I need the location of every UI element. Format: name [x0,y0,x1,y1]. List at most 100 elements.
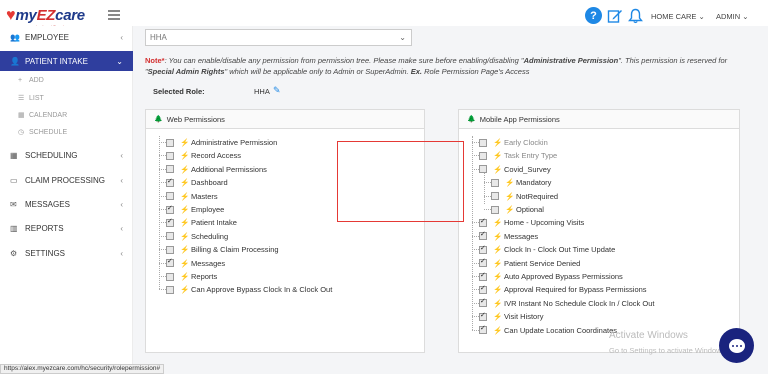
permission-checkbox[interactable] [479,311,487,321]
permission-checkbox[interactable] [166,165,174,174]
permission-row-billing-claim-processing[interactable]: ⚡ Billing & Claim Processing [166,243,279,256]
permission-checkbox[interactable] [166,257,174,268]
lightning-icon: ⚡ [505,178,515,188]
permission-checkbox[interactable] [479,244,487,254]
permission-row-clock-in-clock-out-time-update[interactable]: ⚡Clock In - Clock Out Time Update [479,243,615,256]
permission-label: Messages [191,258,226,268]
tree-branch-line [472,289,479,291]
sidebar-item-messages[interactable]: ✉ MESSAGES ‹ [0,194,133,214]
sidebar-item-employee[interactable]: 👥 EMPLOYEE ‹ [0,27,133,47]
menu-toggle-icon[interactable] [108,10,120,20]
pencil-square-icon[interactable] [606,7,623,24]
permission-checkbox[interactable] [166,232,174,241]
sidebar-subitem-calendar[interactable]: ▦ CALENDAR [18,111,67,120]
sidebar-subitem-list[interactable]: ☰ LIST [18,94,44,103]
permission-checkbox[interactable] [479,284,487,294]
permission-row-optional[interactable]: ⚡ Optional [491,203,544,216]
lightning-icon: ⚡ [180,191,190,201]
permission-checkbox[interactable] [491,178,499,187]
permission-row-can-approve-bypass-clock-in-clock-out[interactable]: ⚡ Can Approve Bypass Clock In & Clock Out [166,283,332,296]
permission-row-patient-intake[interactable]: ⚡Patient Intake [166,216,237,229]
tree-branch-line [159,262,166,264]
permission-checkbox[interactable] [479,138,487,147]
permission-checkbox[interactable] [166,151,174,160]
permission-checkbox[interactable] [491,192,499,201]
permission-label: Employee [191,205,225,214]
sidebar-item-reports[interactable]: ▥ REPORTS ‹ [0,218,133,238]
permission-row-ivr-instant-no-schedule-clock-in-clock-out[interactable]: ⚡IVR Instant No Schedule Clock In / Cloc… [479,297,654,310]
tree-branch-line [472,302,479,304]
tree-branch-line [159,209,166,210]
credit-card-icon: ▭ [10,175,18,185]
permission-row-mandatory[interactable]: ⚡ Mandatory [491,176,551,189]
permission-checkbox[interactable] [166,138,174,147]
permission-row-early-clockin[interactable]: ⚡ Early Clockin [479,136,548,149]
permission-row-additional-permissions[interactable]: ⚡ Additional Permissions [166,163,267,176]
permission-row-masters[interactable]: ⚡ Masters [166,190,218,203]
sidebar-item-patient-intake[interactable]: 👤 PATIENT INTAKE ⌄ [0,51,133,71]
permission-checkbox[interactable] [166,204,174,214]
pencil-icon[interactable]: ✎ [273,85,281,96]
permission-row-record-access[interactable]: ⚡ Record Access [166,149,241,162]
permission-checkbox[interactable] [479,217,487,227]
permission-checkbox[interactable] [479,324,487,335]
permission-checkbox[interactable] [166,177,174,187]
lightning-icon: ⚡ [505,191,515,201]
permission-checkbox[interactable] [166,192,174,201]
permission-row-administrative-permission[interactable]: ⚡ Administrative Permission [166,136,277,149]
tree-branch-line [159,168,166,170]
permission-row-covid-survey[interactable]: ⚡ Covid_Survey [479,163,551,176]
permission-row-auto-approved-bypass-permissions[interactable]: ⚡Auto Approved Bypass Permissions [479,270,623,283]
permission-checkbox[interactable] [479,165,487,174]
question-circle-icon[interactable]: ? [585,7,602,24]
permission-checkbox[interactable] [479,271,487,281]
bell-icon[interactable] [627,7,644,24]
permission-label: Billing & Claim Processing [191,245,279,255]
chevron-left-icon: ‹ [120,223,123,233]
permission-row-patient-service-denied[interactable]: ⚡Patient Service Denied [479,257,580,270]
chat-button[interactable] [719,328,754,363]
permission-row-dashboard[interactable]: ⚡Dashboard [166,176,228,189]
tree-branch-line [159,155,166,157]
permission-checkbox[interactable] [166,272,174,281]
lightning-icon: ⚡ [180,218,190,228]
permission-row-reports[interactable]: ⚡ Reports [166,270,217,283]
sidebar-item-settings[interactable]: ⚙ SETTINGS ‹ [0,243,133,263]
admin-dropdown[interactable]: ADMIN ⌄ [716,12,749,21]
permission-checkbox[interactable] [479,297,487,308]
permission-row-employee[interactable]: ⚡Employee [166,203,224,216]
permission-checkbox[interactable] [491,205,499,214]
permission-row-task-entry-type[interactable]: ⚡ Task Entry Type [479,149,557,162]
lightning-icon: ⚡ [493,272,503,281]
role-select[interactable]: HHA ⌄ [145,29,412,46]
permission-row-scheduling[interactable]: ⚡ Scheduling [166,230,228,243]
permission-checkbox[interactable] [479,257,487,268]
calendar-icon: ▦ [10,150,18,160]
sidebar-item-scheduling[interactable]: ▦ SCHEDULING ‹ [0,145,133,165]
permission-row-home-upcoming-visits[interactable]: ⚡Home - Upcoming Visits [479,216,584,229]
permission-row-visit-history[interactable]: ⚡Visit History [479,310,543,323]
permission-row-approval-required-for-bypass-permissions[interactable]: ⚡Approval Required for Bypass Permission… [479,283,647,296]
user-icon: 👤 [10,56,20,66]
app-logo[interactable]: ♥ myEZcare simple yet Smart [6,7,85,29]
permission-checkbox[interactable] [166,217,174,227]
permission-row-notrequired[interactable]: ⚡ NotRequired [491,190,558,203]
permission-checkbox[interactable] [166,245,174,254]
permission-label: Approval Required for Bypass Permissions [504,285,647,295]
lightning-icon: ⚡ [180,164,190,174]
tree-branch-line [472,168,479,170]
bar-chart-icon: ▥ [10,223,18,233]
sidebar-subitem-schedule[interactable]: ◷ SCHEDULE [18,128,67,137]
permission-checkbox[interactable] [479,151,487,160]
permission-row-can-update-location-coordinates[interactable]: ⚡Can Update Location Coordinates [479,324,617,337]
permission-row-messages[interactable]: ⚡Messages [166,257,225,270]
sidebar-subitem-add[interactable]: + ADD [18,77,44,84]
sidebar-item-claim-processing[interactable]: ▭ CLAIM PROCESSING ‹ [0,170,133,190]
permission-checkbox[interactable] [479,230,487,241]
lightning-icon: ⚡ [493,325,503,335]
permission-row-messages[interactable]: ⚡Messages [479,230,538,243]
home-care-dropdown[interactable]: HOME CARE ⌄ [651,12,705,21]
tree-sub-connector-line [484,172,485,204]
lightning-icon: ⚡ [493,138,503,147]
permission-checkbox[interactable] [166,285,174,294]
